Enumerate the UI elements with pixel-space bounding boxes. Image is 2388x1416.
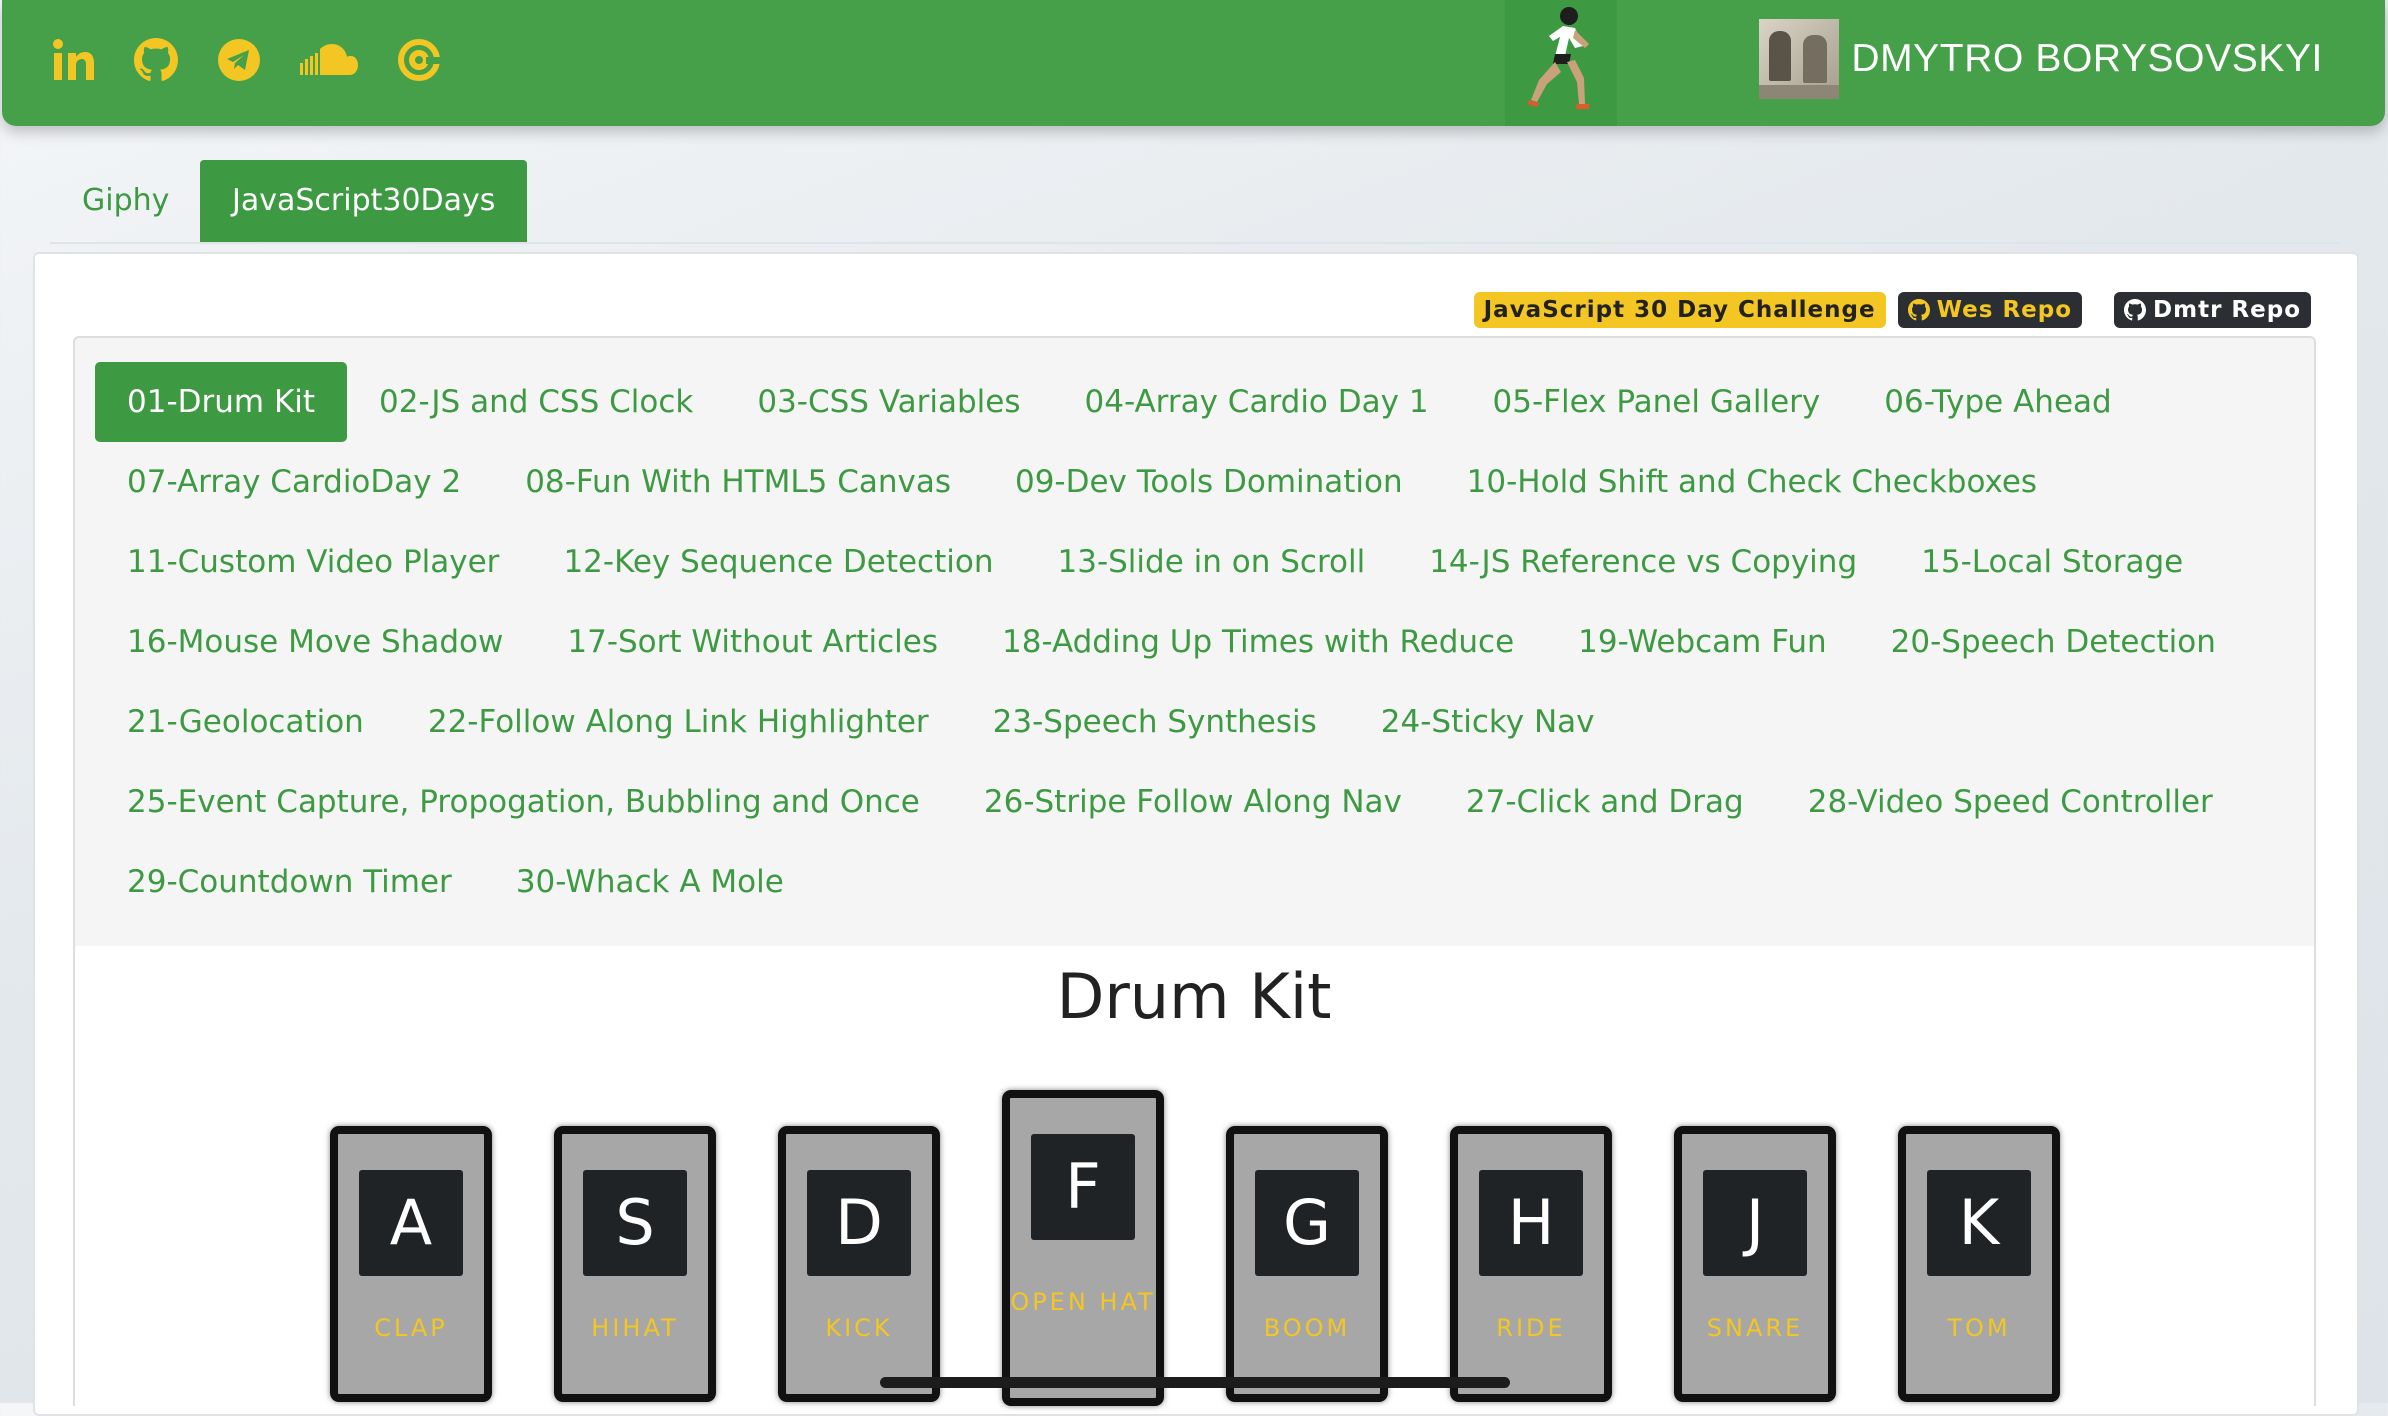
lesson-tab-04[interactable]: 04-Array Cardio Day 1 (1053, 362, 1461, 442)
lesson-tab-28[interactable]: 28-Video Speed Controller (1776, 762, 2245, 842)
key-sound: CLAP (374, 1314, 448, 1342)
top-navbar: DMYTRO BORYSOVSKYI (2, 0, 2385, 126)
lesson-tab-21[interactable]: 21-Geolocation (95, 682, 396, 762)
runner-logo (1505, 0, 1617, 126)
lesson-row: 01-Drum Kit 02-JS and CSS Clock 03-CSS V… (95, 362, 2144, 442)
wes-repo-badge[interactable]: Wes Repo (1897, 292, 2083, 328)
github-icon (2124, 299, 2147, 321)
lesson-row: 16-Mouse Move Shadow 17-Sort Without Art… (95, 602, 2248, 682)
telegram-icon[interactable] (216, 28, 262, 92)
lesson-tab-30[interactable]: 30-Whack A Mole (484, 842, 816, 922)
lesson-tab-07[interactable]: 07-Array CardioDay 2 (95, 442, 493, 522)
soundcloud-icon[interactable] (300, 28, 358, 92)
lesson-tab-14[interactable]: 14-JS Reference vs Copying (1397, 522, 1889, 602)
lesson-row: 29-Countdown Timer 30-Whack A Mole (95, 842, 816, 922)
lesson-tab-17[interactable]: 17-Sort Without Articles (535, 602, 970, 682)
key-sound: TOM (1947, 1314, 2011, 1342)
drum-stand-bar (880, 1377, 1510, 1388)
lesson-tab-06[interactable]: 06-Type Ahead (1852, 362, 2143, 442)
avatar (1759, 19, 1840, 99)
challenge-badge-label: JavaScript 30 Day Challenge (1483, 297, 1876, 323)
lesson-tab-12[interactable]: 12-Key Sequence Detection (531, 522, 1025, 602)
lesson-tab-24[interactable]: 24-Sticky Nav (1349, 682, 1627, 762)
author-info[interactable]: DMYTRO BORYSOVSKYI (1759, 19, 2323, 99)
drum-key-j[interactable]: J SNARE (1674, 1126, 1836, 1402)
key-sound: SNARE (1706, 1314, 1804, 1342)
email-at-icon[interactable] (396, 28, 442, 92)
tab-javascript30days[interactable]: JavaScript30Days (200, 160, 528, 242)
key-letter: H (1479, 1170, 1583, 1276)
github-icon (1907, 299, 1930, 321)
lesson-tab-29[interactable]: 29-Countdown Timer (95, 842, 484, 922)
key-letter: S (583, 1170, 687, 1276)
dmtr-repo-label: Dmtr Repo (2153, 297, 2301, 323)
lesson-tab-25[interactable]: 25-Event Capture, Propogation, Bubbling … (95, 762, 952, 842)
key-letter: G (1255, 1170, 1359, 1276)
dmtr-repo-badge[interactable]: Dmtr Repo (2114, 292, 2311, 328)
key-sound: HIHAT (591, 1314, 679, 1342)
author-name: DMYTRO BORYSOVSKYI (1851, 37, 2323, 80)
lesson-row: 25-Event Capture, Propogation, Bubbling … (95, 762, 2245, 842)
drum-key-s[interactable]: S HIHAT (554, 1126, 716, 1402)
wes-repo-label: Wes Repo (1936, 297, 2073, 323)
key-letter: F (1031, 1134, 1135, 1240)
lesson-tab-13[interactable]: 13-Slide in on Scroll (1026, 522, 1398, 602)
lesson-row: 07-Array CardioDay 2 08-Fun With HTML5 C… (95, 442, 2069, 522)
key-sound: RIDE (1496, 1314, 1566, 1342)
lesson-tab-27[interactable]: 27-Click and Drag (1434, 762, 1776, 842)
tab-giphy[interactable]: Giphy (50, 160, 201, 242)
key-letter: D (807, 1170, 911, 1276)
github-icon[interactable] (134, 28, 178, 92)
key-sound: BOOM (1263, 1314, 1351, 1342)
lesson-tab-23[interactable]: 23-Speech Synthesis (961, 682, 1349, 762)
lesson-tab-22[interactable]: 22-Follow Along Link Highlighter (396, 682, 961, 762)
top-tabs: Giphy JavaScript30Days (50, 160, 2340, 244)
social-links (52, 28, 480, 92)
linkedin-icon[interactable] (52, 28, 96, 92)
drum-key-d[interactable]: D KICK (778, 1126, 940, 1402)
lesson-tab-01[interactable]: 01-Drum Kit (95, 362, 348, 442)
drum-key-h[interactable]: H RIDE (1450, 1126, 1612, 1402)
lesson-tab-05[interactable]: 05-Flex Panel Gallery (1461, 362, 1853, 442)
lesson-tab-11[interactable]: 11-Custom Video Player (95, 522, 531, 602)
lesson-row: 21-Geolocation 22-Follow Along Link High… (95, 682, 1627, 762)
lesson-tab-26[interactable]: 26-Stripe Follow Along Nav (952, 762, 1434, 842)
page-title: Drum Kit (1056, 960, 1332, 1033)
key-letter: K (1927, 1170, 2031, 1276)
drum-key-f-playing[interactable]: F OPEN HAT (1002, 1090, 1164, 1406)
lesson-tab-08[interactable]: 08-Fun With HTML5 Canvas (493, 442, 983, 522)
lesson-tab-09[interactable]: 09-Dev Tools Domination (983, 442, 1435, 522)
key-sound: OPEN HAT (1010, 1288, 1156, 1316)
key-letter: J (1703, 1170, 1807, 1276)
lesson-tab-20[interactable]: 20-Speech Detection (1859, 602, 2248, 682)
drum-key-k[interactable]: K TOM (1898, 1126, 2060, 1402)
lesson-tab-19[interactable]: 19-Webcam Fun (1546, 602, 1858, 682)
drum-key-a[interactable]: A CLAP (330, 1126, 492, 1402)
key-sound: KICK (825, 1314, 893, 1342)
lesson-tab-15[interactable]: 15-Local Storage (1889, 522, 2215, 602)
challenge-badge[interactable]: JavaScript 30 Day Challenge (1473, 292, 1886, 328)
lesson-tab-18[interactable]: 18-Adding Up Times with Reduce (970, 602, 1546, 682)
repo-badges: JavaScript 30 Day Challenge Wes Repo Dmt… (1473, 292, 2311, 328)
drum-key-g[interactable]: G BOOM (1226, 1126, 1388, 1402)
lesson-tab-16[interactable]: 16-Mouse Move Shadow (95, 602, 535, 682)
lesson-row: 11-Custom Video Player 12-Key Sequence D… (95, 522, 2215, 602)
lesson-tab-10[interactable]: 10-Hold Shift and Check Checkboxes (1435, 442, 2069, 522)
key-letter: A (359, 1170, 463, 1276)
lesson-tab-02[interactable]: 02-JS and CSS Clock (347, 362, 725, 442)
lesson-tab-03[interactable]: 03-CSS Variables (725, 362, 1052, 442)
